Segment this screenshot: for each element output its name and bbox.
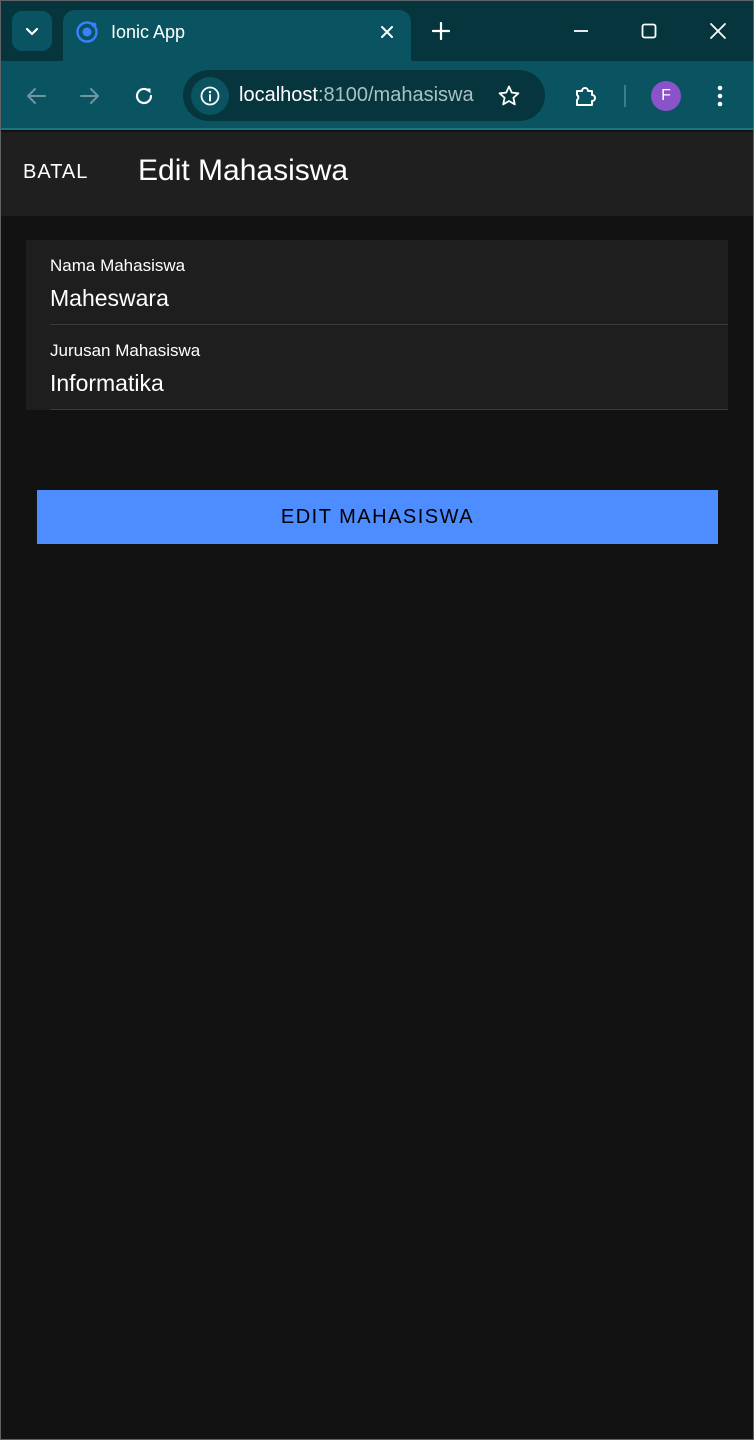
tab-ionic-app[interactable]: Ionic App	[63, 10, 411, 61]
close-icon	[381, 26, 393, 38]
minimize-icon	[574, 30, 588, 32]
forward-button[interactable]	[75, 81, 105, 111]
tab-title: Ionic App	[111, 22, 186, 42]
kebab-menu-icon	[717, 85, 723, 107]
arrow-left-icon	[27, 88, 46, 104]
extensions-button[interactable]	[571, 81, 601, 111]
page-content: Nama Mahasiswa Jurusan Mahasiswa EDIT MA…	[1, 216, 753, 1439]
minimize-button[interactable]	[567, 17, 595, 45]
close-icon	[710, 23, 726, 39]
tab-search-button[interactable]	[12, 11, 52, 51]
edit-mahasiswa-button[interactable]: EDIT MAHASISWA	[37, 490, 718, 544]
chevron-down-icon	[25, 27, 39, 36]
address-bar[interactable]: localhost:8100/mahasiswa	[183, 70, 545, 121]
url-text: localhost:8100/mahasiswa	[239, 84, 474, 107]
arrow-right-icon	[80, 88, 99, 104]
back-button[interactable]	[21, 81, 51, 111]
new-tab-button[interactable]	[427, 17, 455, 45]
nama-label: Nama Mahasiswa	[50, 256, 186, 275]
bookmark-button[interactable]	[495, 82, 523, 110]
jurusan-input[interactable]	[50, 367, 710, 399]
maximize-icon	[641, 23, 657, 39]
url-host: localhost	[239, 84, 318, 106]
maximize-button[interactable]	[635, 17, 663, 45]
browser-menu-button[interactable]	[705, 81, 735, 111]
close-tab-button[interactable]	[375, 20, 399, 44]
ionic-logo-icon	[76, 21, 98, 43]
info-icon	[200, 86, 220, 106]
plus-icon	[432, 22, 450, 40]
app-header: BATAL Edit Mahasiswa	[1, 132, 753, 216]
toolbar-divider	[624, 85, 626, 107]
cancel-button[interactable]: BATAL	[23, 161, 88, 184]
puzzle-icon	[576, 87, 596, 106]
reload-button[interactable]	[129, 81, 159, 111]
jurusan-field: Jurusan Mahasiswa	[50, 325, 728, 410]
close-window-button[interactable]	[704, 17, 732, 45]
site-info-button[interactable]	[191, 77, 229, 115]
url-path: :8100/mahasiswa	[317, 84, 474, 106]
tab-strip: Ionic App	[1, 1, 753, 61]
nama-input[interactable]	[50, 282, 710, 314]
edit-form: Nama Mahasiswa Jurusan Mahasiswa	[26, 240, 728, 410]
reload-icon	[135, 87, 153, 105]
nama-field: Nama Mahasiswa	[50, 240, 728, 325]
page-title: Edit Mahasiswa	[138, 154, 349, 187]
jurusan-label: Jurusan Mahasiswa	[50, 341, 201, 360]
star-icon	[498, 85, 520, 106]
browser-toolbar: localhost:8100/mahasiswa F	[1, 61, 753, 130]
profile-avatar[interactable]: F	[651, 81, 681, 111]
browser-window: Ionic App localhost:8100/mahasiswa F BAT…	[0, 0, 754, 1440]
